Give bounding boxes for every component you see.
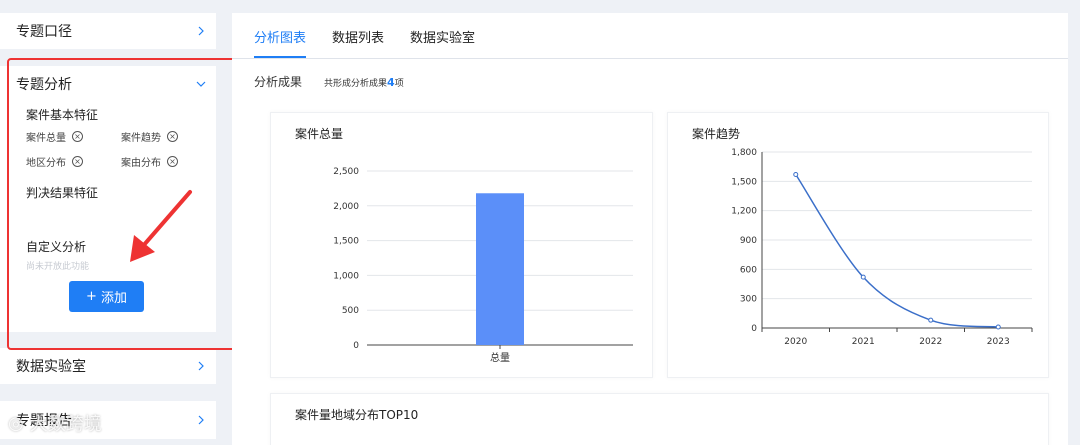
y-tick-label: 1,000: [333, 271, 359, 281]
x-tick-label: 2022: [919, 337, 942, 347]
y-tick-label: 1,800: [731, 148, 757, 158]
case-trend-chart: 0 300 600 900 1,200 1,500 1,800 2020 2021 2022 202…: [731, 148, 1033, 347]
watermark-text: 大数跨境: [29, 414, 102, 435]
y-tick-label: 2,000: [333, 202, 359, 212]
y-tick-label: 0: [751, 324, 757, 334]
series-line: [795, 174, 999, 328]
y-tick-label: 900: [740, 236, 757, 246]
results-suffix: 项: [394, 79, 404, 89]
data-point: [860, 274, 866, 280]
bar: [476, 193, 524, 345]
results-summary: 分析成果 共形成分析成果4项: [254, 73, 404, 90]
results-count-text: 共形成分析成果4项: [324, 76, 404, 89]
results-prefix: 共形成分析成果: [324, 79, 388, 89]
results-count: 4: [387, 76, 395, 89]
watermark-logo-icon: ◎: [8, 412, 24, 434]
x-tick-label: 2020: [784, 337, 807, 347]
tab-analysis-charts[interactable]: 分析图表: [254, 27, 307, 58]
x-tick-label: 2023: [987, 337, 1010, 347]
y-tick-label: 1,200: [731, 207, 757, 217]
data-point: [793, 171, 799, 177]
panel-region-top10: 案件量地域分布TOP10: [270, 393, 1049, 445]
case-total-title: 案件总量: [295, 127, 344, 141]
region-top10-title: 案件量地域分布TOP10: [295, 408, 419, 422]
tab-data-lab[interactable]: 数据实验室: [410, 27, 475, 58]
y-tick-label: 0: [353, 341, 359, 351]
data-point: [928, 317, 934, 323]
y-tick-label: 1,500: [731, 177, 757, 187]
panel-case-total: 案件总量 0 500 1,000 1,500 2,000 2,500 总量: [270, 112, 653, 378]
watermark: ◎ 大数跨境: [8, 410, 102, 436]
case-total-chart: 0 500 1,000 1,500 2,000 2,500 总量: [333, 167, 633, 364]
y-tick-label: 1,500: [333, 237, 359, 247]
y-tick-label: 2,500: [333, 167, 359, 177]
data-point: [995, 324, 1001, 330]
x-tick-label: 2021: [852, 337, 875, 347]
tab-data-list[interactable]: 数据列表: [332, 27, 384, 58]
case-trend-title: 案件趋势: [692, 127, 741, 141]
panel-case-trend: 案件趋势 0 300 600 900 1,200 1,500 1,800 2020 2021 20…: [667, 112, 1049, 378]
tab-bar: 分析图表 数据列表 数据实验室: [232, 13, 1068, 59]
y-tick-label: 300: [740, 295, 757, 305]
x-tick-label: 总量: [490, 351, 510, 364]
y-tick-label: 600: [740, 265, 757, 275]
y-tick-label: 500: [342, 306, 359, 316]
results-label: 分析成果: [254, 75, 303, 89]
main-panel: 分析图表 数据列表 数据实验室 分析成果 共形成分析成果4项 案件总量 0 500…: [232, 13, 1068, 445]
